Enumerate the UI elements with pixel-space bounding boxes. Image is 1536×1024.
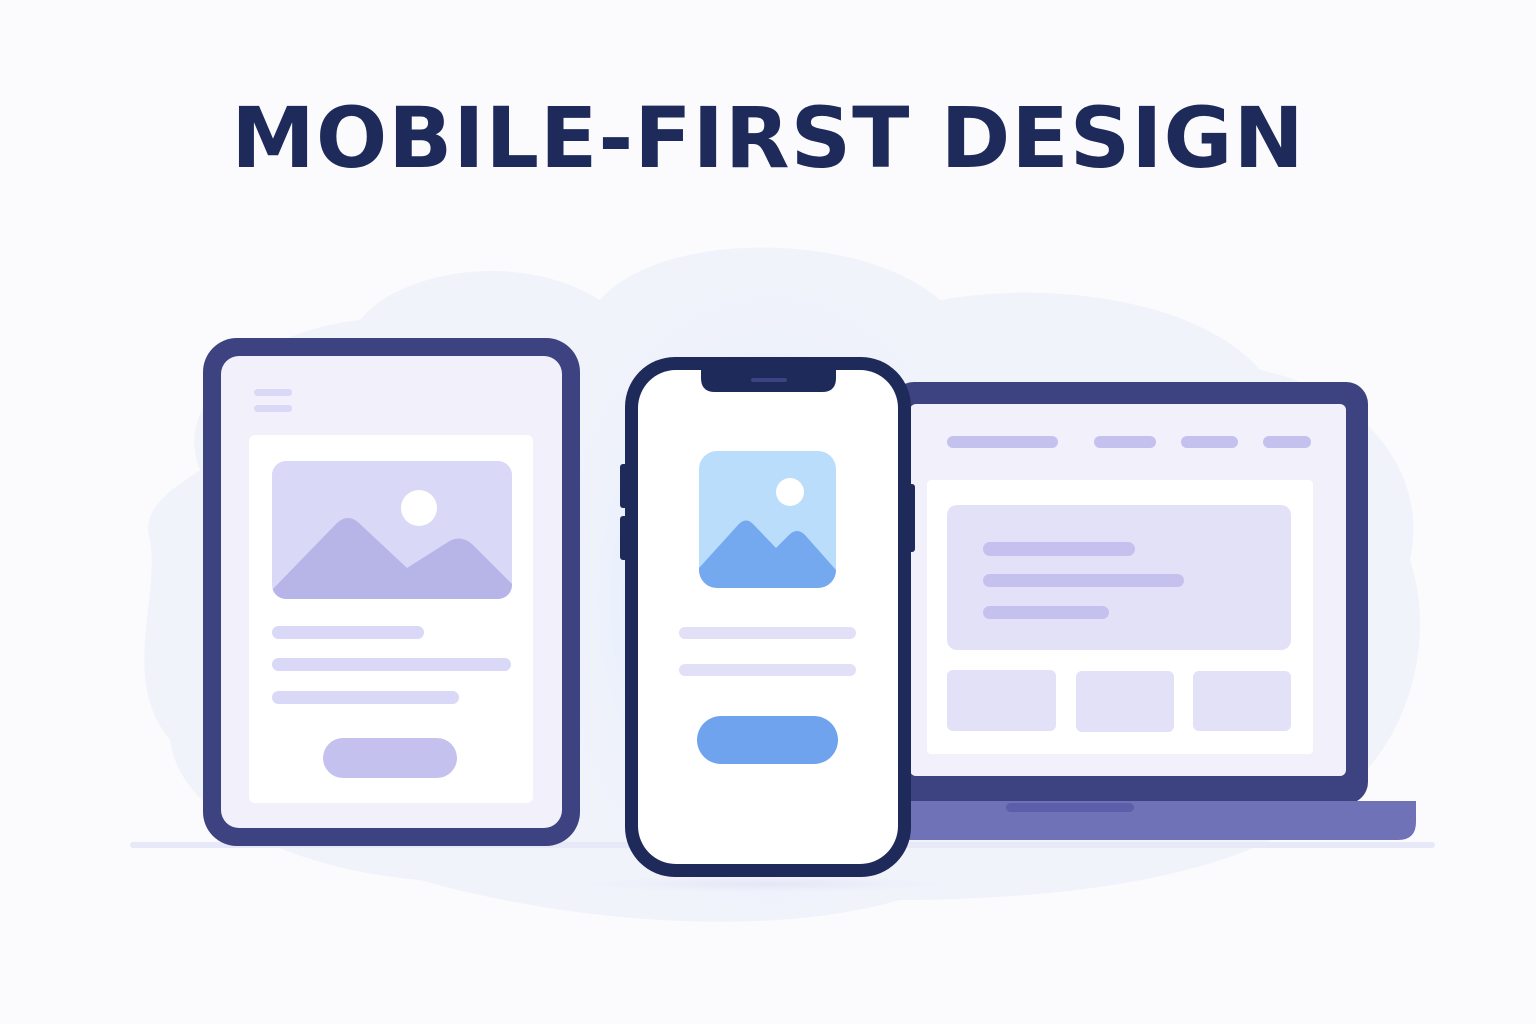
tablet-text-line-3 — [272, 691, 459, 704]
image-placeholder-icon — [699, 451, 836, 588]
tablet-button — [323, 738, 457, 778]
image-placeholder-icon — [272, 461, 512, 599]
laptop-nav-link-3 — [1263, 436, 1311, 448]
tablet-text-line-2 — [272, 658, 511, 671]
phone-shadow — [585, 876, 945, 892]
laptop-nav-logo — [947, 436, 1058, 448]
laptop-nav-link-2 — [1181, 436, 1238, 448]
phone-screen — [638, 370, 898, 864]
laptop-tile-3 — [1193, 671, 1291, 731]
laptop-base — [890, 801, 1416, 840]
devices-illustration — [130, 247, 1435, 930]
phone-text-line-1 — [679, 627, 856, 639]
phone-device — [620, 357, 915, 877]
laptop-tile-2 — [1076, 671, 1174, 732]
page: MOBILE-FIRST DESIGN — [0, 0, 1536, 1024]
phone-speaker — [751, 378, 787, 382]
phone-text-line-2 — [679, 664, 856, 676]
tablet-text-line-1 — [272, 626, 424, 639]
tablet-device — [203, 338, 580, 846]
laptop-hinge-notch — [1006, 803, 1134, 812]
laptop-device — [890, 382, 1416, 840]
laptop-nav-link-1 — [1094, 436, 1156, 448]
phone-cta-button — [697, 716, 838, 764]
laptop-hero-line-1 — [983, 542, 1135, 556]
laptop-tile-1 — [947, 670, 1056, 731]
laptop-hero-line-3 — [983, 606, 1109, 619]
laptop-hero-line-2 — [983, 574, 1184, 587]
